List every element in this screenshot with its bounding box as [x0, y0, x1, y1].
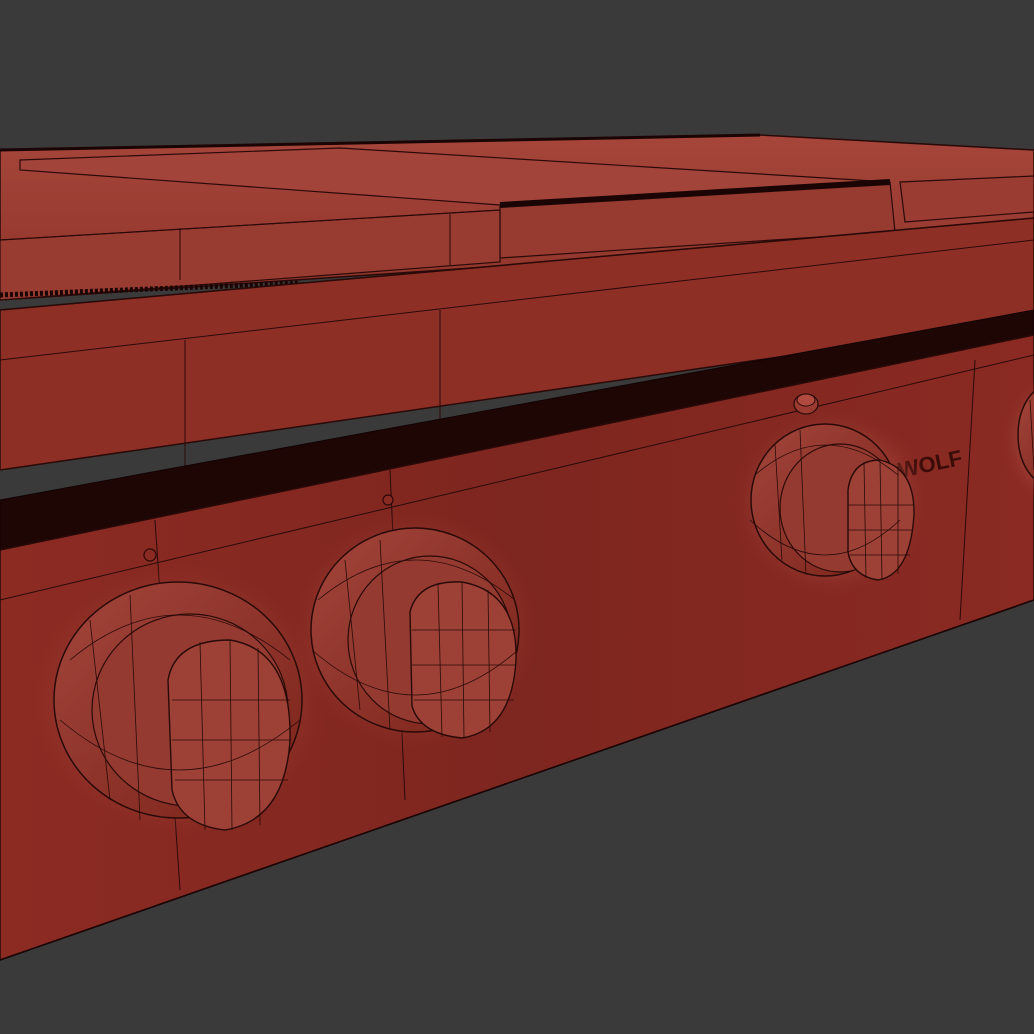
knob-3[interactable]	[732, 407, 932, 597]
knob-2[interactable]	[290, 510, 540, 750]
indicator-dot-2	[382, 494, 394, 506]
knob-1[interactable]	[28, 560, 328, 840]
indicator-dot-1	[143, 548, 157, 562]
rangetop-wireframe-render: WOLF	[0, 133, 1034, 961]
viewport: WOLF	[0, 0, 1034, 1034]
